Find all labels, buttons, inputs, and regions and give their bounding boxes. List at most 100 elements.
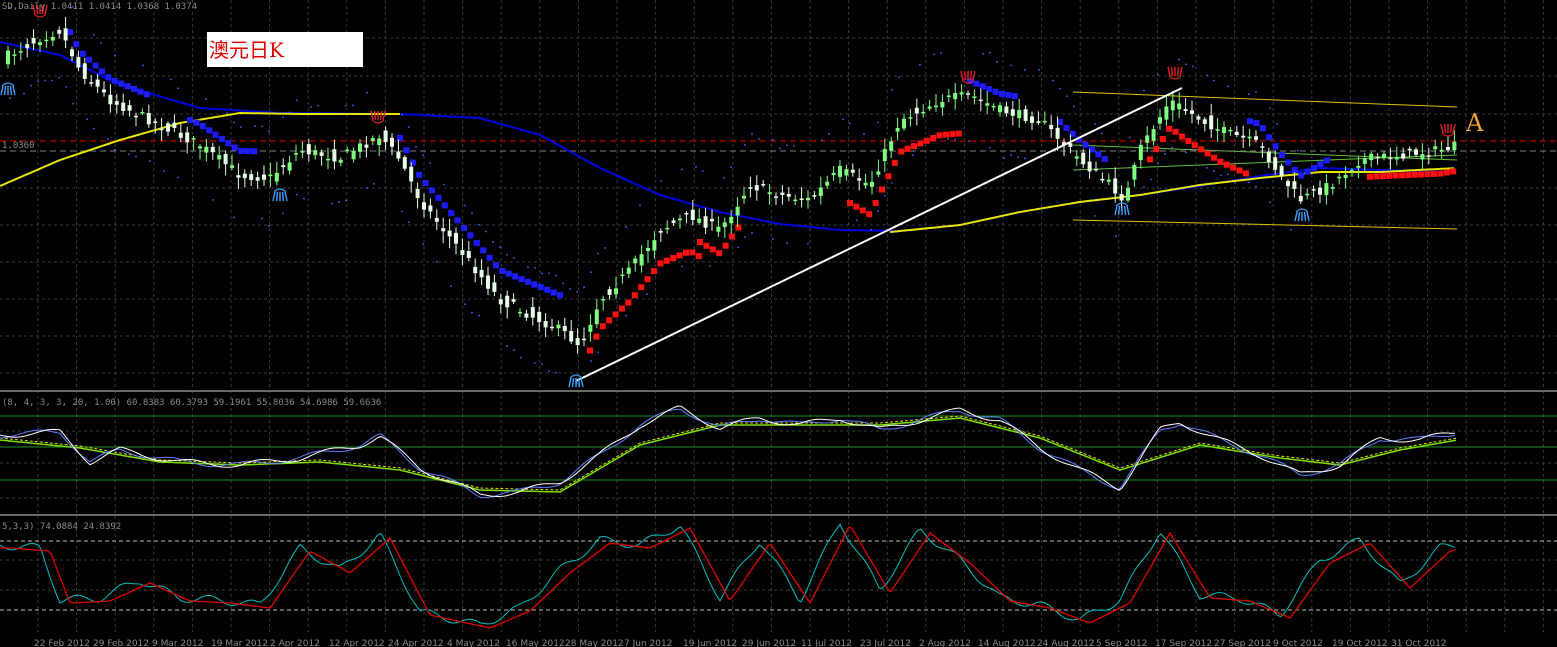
candle-body <box>1158 117 1162 124</box>
sar-marker <box>587 347 593 354</box>
sar-marker <box>930 135 937 142</box>
candle-body <box>1215 129 1220 131</box>
envelope-dot <box>65 86 67 88</box>
sar-marker <box>1179 133 1185 140</box>
sar-marker <box>124 83 131 90</box>
candle-body <box>492 282 497 292</box>
channel-line[interactable] <box>1072 144 1458 161</box>
envelope-dot <box>1157 162 1159 165</box>
candle-body <box>454 232 458 244</box>
x-tick-label: 7 Jun 2012 <box>624 639 672 647</box>
candle-body <box>927 106 932 109</box>
sar-marker <box>716 250 723 257</box>
candle-body <box>249 174 254 180</box>
envelope-dot <box>471 212 473 215</box>
candle-body <box>626 267 631 274</box>
sar-marker <box>422 179 429 186</box>
sar-marker <box>1082 141 1089 148</box>
envelope-dot <box>177 87 179 90</box>
candle-body <box>409 166 414 182</box>
envelope-dot <box>506 345 508 347</box>
candle-body <box>863 182 868 186</box>
candle-body <box>1439 149 1444 152</box>
x-tick-label: 2 Aug 2012 <box>919 639 971 647</box>
sar-marker <box>1272 143 1279 150</box>
envelope-dot <box>534 362 536 364</box>
sar-marker <box>86 56 93 63</box>
candle-body <box>518 311 522 314</box>
candle-body <box>204 146 209 153</box>
channel-line[interactable] <box>1072 91 1458 108</box>
envelope-dot <box>373 183 375 185</box>
envelope-dot <box>1255 90 1257 93</box>
sar-marker <box>859 207 866 214</box>
candle-body <box>838 165 842 177</box>
candle-body <box>1087 161 1092 172</box>
candle-body <box>1362 158 1367 164</box>
envelope-dot <box>996 60 998 63</box>
sar-marker <box>416 171 423 178</box>
candle-body <box>294 153 298 155</box>
envelope-dot <box>310 105 312 108</box>
sar-marker <box>683 249 689 256</box>
sar-marker <box>729 233 735 240</box>
envelope-dot <box>464 303 466 306</box>
envelope-dot <box>282 116 284 119</box>
x-tick-label: 24 Aug 2012 <box>1037 639 1095 647</box>
x-tick-label: 29 Feb 2012 <box>93 639 149 647</box>
sar-marker <box>409 159 416 166</box>
sar-marker <box>1379 173 1386 180</box>
sar-marker <box>244 148 251 155</box>
envelope-dot <box>513 257 515 259</box>
candle-body <box>1036 121 1041 123</box>
sar-marker <box>1298 172 1305 179</box>
candle-body <box>441 228 446 232</box>
candle-body <box>1113 178 1118 194</box>
candle-body <box>1324 183 1329 196</box>
candle-body <box>1446 147 1450 151</box>
candle-body <box>1298 195 1303 202</box>
candle-body <box>31 38 36 44</box>
candle-body <box>991 105 996 108</box>
sar-marker <box>670 255 677 262</box>
sar-marker <box>1185 138 1192 145</box>
envelope-dot <box>1290 228 1292 231</box>
candle-body <box>1356 165 1361 168</box>
sar-marker <box>1405 172 1412 179</box>
candle-body <box>242 173 247 179</box>
envelope-dot <box>114 54 116 57</box>
chart-canvas[interactable]: SD,Daily 1.0411 1.0414 1.0368 1.0374 1.0… <box>0 0 1557 647</box>
candle-body <box>876 171 881 175</box>
candle-body <box>1292 181 1297 189</box>
candle-body <box>1420 154 1425 160</box>
candle-body <box>1414 149 1418 155</box>
candle-body <box>1023 109 1028 121</box>
candle-body <box>1177 103 1182 110</box>
envelope-dot <box>555 274 557 277</box>
sar-marker <box>949 131 956 138</box>
candle-body <box>1260 146 1265 148</box>
sar-marker <box>1166 125 1173 132</box>
candle-body <box>114 101 119 105</box>
sar-marker <box>1323 157 1330 164</box>
envelope-dot <box>1003 157 1005 160</box>
x-tick-label: 5 Sep 2012 <box>1096 639 1147 647</box>
candle-body <box>300 151 305 153</box>
fractal-up-icon <box>1167 66 1183 80</box>
sar-marker <box>1147 156 1153 163</box>
x-tick-label: 23 Jul 2012 <box>860 639 911 647</box>
candle-body <box>1094 168 1098 171</box>
sar-marker <box>1253 120 1260 127</box>
envelope-dot <box>625 314 627 317</box>
candle-body <box>889 141 894 151</box>
candle-body <box>319 152 324 156</box>
candle-body <box>1241 135 1246 138</box>
candle-body <box>825 181 830 186</box>
trendline[interactable] <box>575 87 1183 382</box>
envelope-dot <box>989 51 991 54</box>
candle-body <box>63 28 68 41</box>
candle-body <box>537 311 542 323</box>
sar-marker <box>1005 92 1012 99</box>
x-tick-label: 19 Jun 2012 <box>683 639 737 647</box>
candle-body <box>690 209 695 221</box>
